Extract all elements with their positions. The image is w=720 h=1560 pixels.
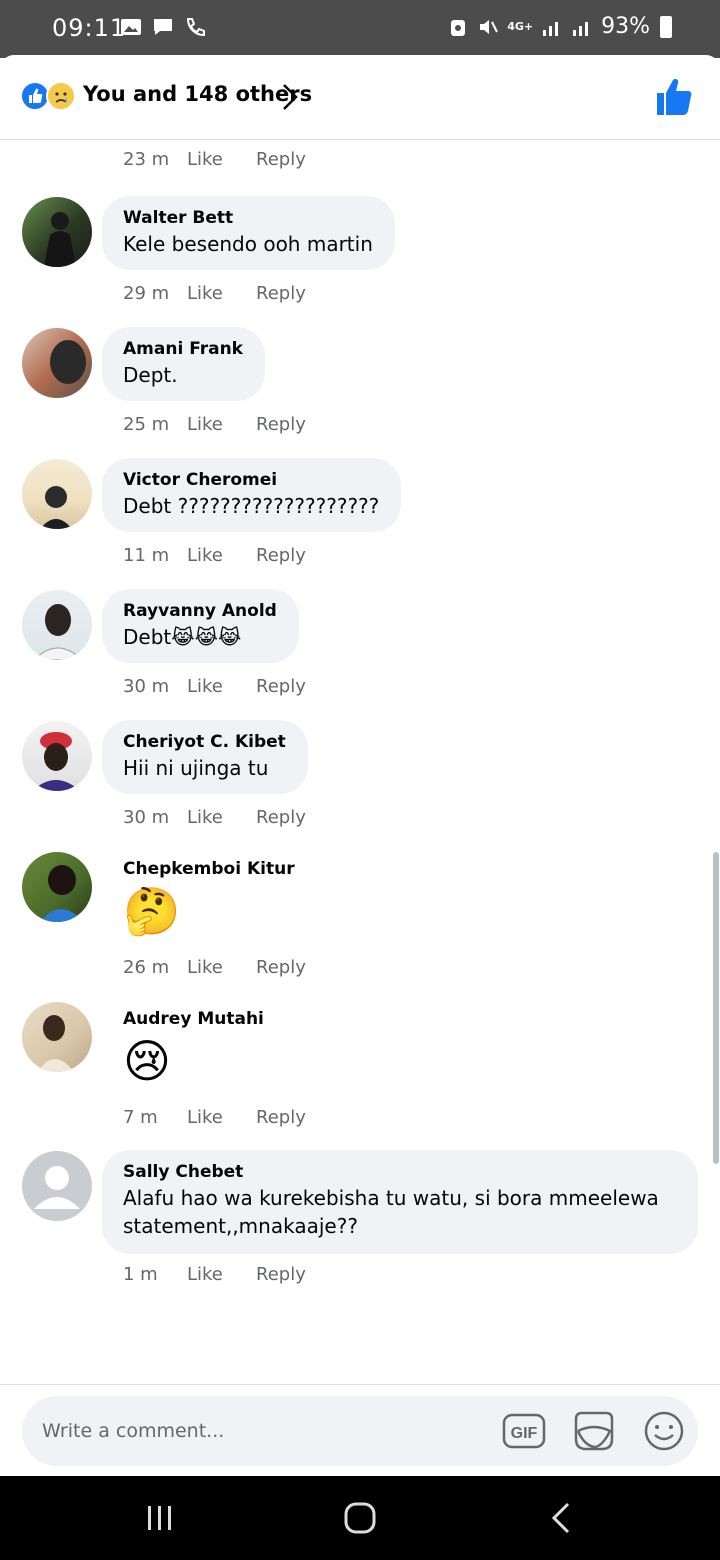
reply-link[interactable]: Reply [256, 545, 306, 566]
comment-time: 30 m [123, 807, 170, 828]
avatar[interactable] [22, 852, 92, 922]
status-bar: 09:11 4G+ 93% [0, 0, 720, 58]
battery-level: 93% [601, 14, 650, 39]
comment-meta: 30 m Like Reply [123, 807, 306, 828]
like-link[interactable]: Like [187, 957, 256, 978]
comment-meta: 26 m Like Reply [123, 957, 306, 978]
comment-time: 29 m [123, 283, 170, 304]
system-nav-bar [0, 1476, 720, 1560]
mute-icon [480, 19, 499, 34]
sad-reaction-icon [46, 81, 76, 111]
like-link[interactable]: Like [187, 283, 256, 304]
like-link[interactable]: Like [187, 414, 256, 435]
reaction-icons [20, 81, 80, 113]
back-button[interactable] [542, 1498, 582, 1538]
recent-apps-button[interactable] [140, 1498, 180, 1538]
comment-author[interactable]: Cheriyot C. Kibet [123, 730, 286, 754]
comment-bubble[interactable]: Amani Frank Dept. [102, 327, 265, 401]
gif-button[interactable]: GIF [502, 1409, 546, 1453]
system-icons: 4G+ 93% [447, 14, 672, 39]
network-type: 4G+ [507, 20, 534, 33]
comment-time: 7 m [123, 1107, 158, 1128]
reply-link[interactable]: Reply [256, 1264, 306, 1285]
comment-text: Alafu hao wa kurekebisha tu watu, si bor… [123, 1186, 659, 1238]
comment-text: Debt😹😹😹 [123, 625, 242, 649]
comment-text: Dept. [123, 363, 178, 387]
home-button[interactable] [340, 1498, 380, 1538]
comment-text: Hii ni ujinga tu [123, 756, 269, 780]
like-link[interactable]: Like [187, 807, 256, 828]
comment-time: 1 m [123, 1264, 158, 1285]
reply-link[interactable]: Reply [256, 957, 306, 978]
comment-bubble[interactable]: Rayvanny Anold Debt😹😹😹 [102, 589, 299, 663]
like-link[interactable]: Like [187, 1264, 256, 1285]
avatar[interactable] [22, 197, 92, 267]
like-link[interactable]: Like [187, 1107, 256, 1128]
comment-meta: 30 m Like Reply [123, 676, 306, 697]
comment-bubble[interactable]: Victor Cheromei Debt ??????????????????? [102, 458, 402, 532]
default-avatar[interactable] [22, 1151, 92, 1221]
gif-label: GIF [511, 1425, 538, 1442]
like-icon[interactable] [654, 77, 694, 117]
comment-author[interactable]: Audrey Mutahi [123, 1007, 264, 1031]
like-link[interactable]: Like [187, 545, 256, 566]
comment-time: 30 m [123, 676, 170, 697]
comment-meta: 11 m Like Reply [123, 545, 306, 566]
comment-text: Debt ??????????????????? [123, 494, 380, 518]
like-link[interactable]: Like [187, 676, 256, 697]
reply-link[interactable]: Reply [256, 676, 306, 697]
comment-composer: GIF [0, 1384, 720, 1476]
comment-author[interactable]: Rayvanny Anold [123, 599, 277, 623]
avatar[interactable] [22, 459, 92, 529]
comment-content[interactable]: Chepkemboi Kitur 🤔 [123, 857, 295, 939]
avatar[interactable] [22, 721, 92, 791]
comment-author[interactable]: Walter Bett [123, 206, 373, 230]
comment-time: 26 m [123, 957, 170, 978]
comment-emoji: 🤔 [123, 884, 181, 938]
comment-author[interactable]: Amani Frank [123, 337, 243, 361]
comment-meta: 23 m Like Reply [123, 149, 306, 170]
reply-link[interactable]: Reply [256, 149, 306, 170]
avatar[interactable] [22, 590, 92, 660]
comment-meta: 1 m Like Reply [123, 1264, 306, 1285]
notification-icons [120, 16, 206, 38]
call-forward-icon [186, 18, 205, 37]
comment-bubble[interactable]: Walter Bett Kele besendo ooh martin [102, 196, 395, 270]
comment-time: 23 m [123, 149, 170, 170]
comment-time: 11 m [123, 545, 170, 566]
comment-content[interactable]: Audrey Mutahi 😢 [123, 1007, 264, 1089]
reactions-bar[interactable]: You and 148 others [0, 55, 720, 140]
chevron-right-icon[interactable] [278, 81, 302, 113]
comment-bubble[interactable]: Sally Chebet Alafu hao wa kurekebisha tu… [102, 1150, 698, 1254]
signal-icon [543, 21, 559, 36]
comment-meta: 29 m Like Reply [123, 283, 306, 304]
comment-author[interactable]: Sally Chebet [123, 1160, 676, 1184]
battery-icon [660, 15, 672, 38]
sticker-button[interactable] [572, 1409, 616, 1453]
comment-emoji: 😢 [123, 1034, 171, 1088]
message-icon [154, 19, 172, 35]
comment-text: Kele besendo ooh martin [123, 232, 373, 256]
reply-link[interactable]: Reply [256, 283, 306, 304]
avatar[interactable] [22, 328, 92, 398]
signal-icon-2 [573, 21, 589, 36]
reply-link[interactable]: Reply [256, 414, 306, 435]
comment-time: 25 m [123, 414, 170, 435]
emoji-button[interactable] [642, 1409, 686, 1453]
like-link[interactable]: Like [187, 149, 256, 170]
avatar[interactable] [22, 1002, 92, 1072]
comment-author[interactable]: Victor Cheromei [123, 468, 379, 492]
comment-author[interactable]: Chepkemboi Kitur [123, 857, 295, 881]
comments-sheet: You and 148 others 23 m Like Reply Walte… [0, 55, 720, 1476]
comment-meta: 7 m Like Reply [123, 1107, 306, 1128]
gallery-icon [121, 19, 141, 35]
reply-link[interactable]: Reply [256, 1107, 306, 1128]
scrollbar[interactable] [713, 852, 719, 1164]
reply-link[interactable]: Reply [256, 807, 306, 828]
comment-meta: 25 m Like Reply [123, 414, 306, 435]
alarm-icon [451, 19, 466, 36]
comment-bubble[interactable]: Cheriyot C. Kibet Hii ni ujinga tu [102, 720, 308, 794]
status-time: 09:11 [52, 14, 127, 42]
